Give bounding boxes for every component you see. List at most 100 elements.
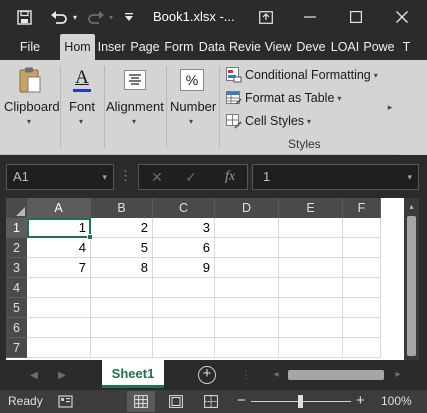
tab-file[interactable]: File bbox=[0, 34, 60, 60]
column-header-b[interactable]: B bbox=[91, 198, 153, 218]
name-box-dropdown-icon[interactable]: ▾ bbox=[102, 165, 107, 189]
cell-e4[interactable] bbox=[279, 278, 343, 298]
cell-c1[interactable]: 3 bbox=[153, 218, 215, 238]
tab-page-layout[interactable]: Page bbox=[128, 34, 162, 60]
name-box[interactable]: A1 ▾ bbox=[6, 164, 114, 190]
number-group[interactable]: % Number ▾ bbox=[167, 60, 217, 155]
cell-d2[interactable] bbox=[215, 238, 279, 258]
column-header-e[interactable]: E bbox=[279, 198, 343, 218]
vertical-scrollbar[interactable]: ▴ bbox=[404, 198, 419, 360]
cell-f6[interactable] bbox=[343, 318, 381, 338]
page-break-preview-icon[interactable] bbox=[197, 391, 225, 412]
cell-e3[interactable] bbox=[279, 258, 343, 278]
conditional-formatting-button[interactable]: Conditional Formatting ▾ bbox=[226, 65, 378, 85]
column-header-f[interactable]: F bbox=[343, 198, 381, 218]
enter-icon[interactable]: ✓ bbox=[179, 165, 203, 189]
cell-b3[interactable]: 8 bbox=[91, 258, 153, 278]
tab-load[interactable]: LOAI bbox=[328, 34, 362, 60]
expand-formula-bar-icon[interactable]: ▾ bbox=[407, 165, 412, 189]
cell-d7[interactable] bbox=[215, 338, 279, 358]
maximize-icon[interactable] bbox=[338, 0, 374, 34]
page-layout-view-icon[interactable] bbox=[162, 391, 190, 412]
ribbon-scroll-right-icon[interactable]: ▸ bbox=[381, 60, 399, 155]
sheet-tab-sheet1[interactable]: Sheet1 bbox=[102, 360, 164, 388]
format-as-table-button[interactable]: Format as Table ▾ bbox=[226, 88, 341, 108]
vertical-scroll-thumb[interactable] bbox=[407, 216, 416, 356]
formula-bar[interactable]: 1 ▾ bbox=[252, 164, 419, 190]
ribbon-display-options-icon[interactable] bbox=[256, 0, 276, 34]
cell-d4[interactable] bbox=[215, 278, 279, 298]
cell-a7[interactable] bbox=[27, 338, 91, 358]
row-header-7[interactable]: 7 bbox=[6, 338, 27, 358]
cell-a4[interactable] bbox=[27, 278, 91, 298]
cell-styles-button[interactable]: Cell Styles ▾ bbox=[226, 111, 311, 131]
tab-developer[interactable]: Deve bbox=[294, 34, 328, 60]
formula-bar-resize-icon[interactable]: ⋮ bbox=[118, 164, 132, 190]
tab-data[interactable]: Data bbox=[196, 34, 228, 60]
cell-f5[interactable] bbox=[343, 298, 381, 318]
cell-a2[interactable]: 4 bbox=[27, 238, 91, 258]
close-icon[interactable] bbox=[384, 0, 420, 34]
scroll-right-icon[interactable]: ▸ bbox=[390, 367, 406, 383]
cell-b7[interactable] bbox=[91, 338, 153, 358]
cell-e5[interactable] bbox=[279, 298, 343, 318]
cell-e7[interactable] bbox=[279, 338, 343, 358]
cell-d6[interactable] bbox=[215, 318, 279, 338]
tab-formulas[interactable]: Form bbox=[162, 34, 196, 60]
next-sheet-icon[interactable]: ▶ bbox=[54, 368, 70, 384]
row-header-6[interactable]: 6 bbox=[6, 318, 27, 338]
font-group[interactable]: A Font ▾ bbox=[61, 60, 104, 155]
cell-d1[interactable] bbox=[215, 218, 279, 238]
cell-e2[interactable] bbox=[279, 238, 343, 258]
cancel-icon[interactable]: ✕ bbox=[145, 165, 169, 189]
cell-c2[interactable]: 6 bbox=[153, 238, 215, 258]
customize-quick-access-icon[interactable] bbox=[122, 0, 136, 34]
cell-b5[interactable] bbox=[91, 298, 153, 318]
zoom-in-button[interactable]: + bbox=[356, 392, 365, 409]
zoom-out-button[interactable]: − bbox=[237, 392, 246, 409]
tab-review[interactable]: Revie bbox=[228, 34, 262, 60]
row-header-1[interactable]: 1 bbox=[6, 218, 27, 238]
save-icon[interactable] bbox=[14, 0, 34, 34]
cell-a1[interactable]: 1 bbox=[27, 218, 91, 238]
insert-function-icon[interactable]: fx bbox=[217, 165, 243, 189]
cell-b2[interactable]: 5 bbox=[91, 238, 153, 258]
zoom-slider-thumb[interactable] bbox=[298, 395, 303, 408]
accessibility-icon[interactable] bbox=[58, 393, 74, 409]
cell-c4[interactable] bbox=[153, 278, 215, 298]
add-sheet-icon[interactable]: + bbox=[198, 366, 216, 384]
cell-a3[interactable]: 7 bbox=[27, 258, 91, 278]
cell-f1[interactable] bbox=[343, 218, 381, 238]
cell-b1[interactable]: 2 bbox=[91, 218, 153, 238]
column-header-c[interactable]: C bbox=[153, 198, 215, 218]
cell-c3[interactable]: 9 bbox=[153, 258, 215, 278]
fill-handle[interactable] bbox=[87, 234, 93, 240]
cell-d5[interactable] bbox=[215, 298, 279, 318]
select-all-button[interactable] bbox=[6, 198, 27, 218]
scroll-left-icon[interactable]: ◂ bbox=[268, 367, 284, 383]
worksheet-grid[interactable]: ABCDEF1123245637894567 ▴ bbox=[6, 198, 419, 360]
tab-power[interactable]: Powe bbox=[362, 34, 396, 60]
cell-c7[interactable] bbox=[153, 338, 215, 358]
tab-insert[interactable]: Inser bbox=[95, 34, 128, 60]
tab-view[interactable]: View bbox=[262, 34, 294, 60]
cell-c6[interactable] bbox=[153, 318, 215, 338]
redo-dropdown-icon[interactable]: ▾ bbox=[106, 0, 116, 34]
undo-dropdown-icon[interactable]: ▾ bbox=[70, 0, 80, 34]
cell-c5[interactable] bbox=[153, 298, 215, 318]
cell-f7[interactable] bbox=[343, 338, 381, 358]
previous-sheet-icon[interactable]: ◀ bbox=[26, 368, 42, 384]
zoom-level[interactable]: 100% bbox=[381, 394, 412, 408]
cell-b4[interactable] bbox=[91, 278, 153, 298]
clipboard-group[interactable]: Clipboard ▾ bbox=[0, 60, 60, 155]
cell-f3[interactable] bbox=[343, 258, 381, 278]
tab-home[interactable]: Hom bbox=[60, 34, 95, 60]
alignment-group[interactable]: Alignment ▾ bbox=[105, 60, 165, 155]
tab-team[interactable]: T bbox=[396, 34, 417, 60]
horizontal-scroll-thumb[interactable] bbox=[288, 370, 384, 380]
cell-f2[interactable] bbox=[343, 238, 381, 258]
row-header-4[interactable]: 4 bbox=[6, 278, 27, 298]
row-header-2[interactable]: 2 bbox=[6, 238, 27, 258]
row-header-5[interactable]: 5 bbox=[6, 298, 27, 318]
scroll-up-icon[interactable]: ▴ bbox=[404, 198, 419, 216]
